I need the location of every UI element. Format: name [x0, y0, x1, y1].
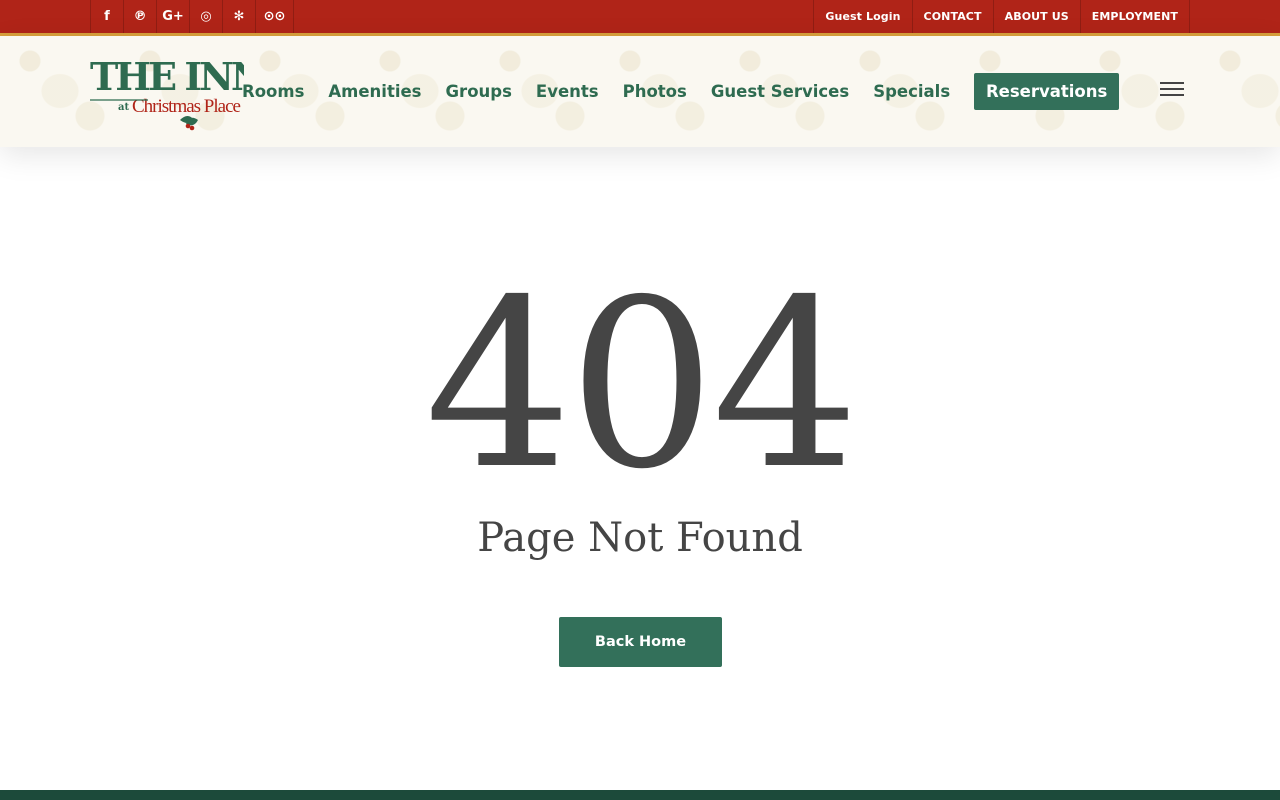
logo-line2: at — [118, 102, 129, 113]
reservations-button[interactable]: Reservations — [974, 72, 1120, 110]
back-home-button[interactable]: Back Home — [559, 617, 722, 667]
utility-nav: Guest Login CONTACT ABOUT US EMPLOYMENT — [813, 0, 1190, 33]
nav-amenities[interactable]: Amenities — [328, 82, 421, 101]
nav-events[interactable]: Events — [536, 82, 599, 101]
error-code: 404 — [424, 250, 860, 520]
contact-link[interactable]: CONTACT — [911, 0, 993, 33]
nav-specials[interactable]: Specials — [873, 82, 950, 101]
nav-rooms[interactable]: Rooms — [242, 82, 304, 101]
main-nav: Rooms Amenities Groups Events Photos Gue… — [242, 72, 1120, 110]
about-us-link[interactable]: ABOUT US — [992, 0, 1080, 33]
pinterest-icon[interactable]: ℗ — [123, 0, 156, 33]
nav-guest-services[interactable]: Guest Services — [711, 82, 849, 101]
employment-link[interactable]: EMPLOYMENT — [1079, 0, 1190, 33]
site-header: THE INN at Christmas Place Rooms Ameniti… — [0, 36, 1280, 147]
facebook-icon[interactable]: f — [90, 0, 123, 33]
footer — [0, 790, 1280, 800]
error-title: Page Not Found — [477, 515, 803, 561]
logo-line3: Christmas Place — [132, 96, 241, 117]
top-utility-bar: f ℗ G+ ◎ ✻ ⊙⊙ Guest Login CONTACT ABOUT … — [0, 0, 1280, 36]
holly-icon — [180, 116, 198, 131]
guest-login-link[interactable]: Guest Login — [813, 0, 911, 33]
nav-photos[interactable]: Photos — [623, 82, 687, 101]
logo-line1: THE INN — [90, 54, 244, 99]
social-links: f ℗ G+ ◎ ✻ ⊙⊙ — [90, 0, 294, 33]
site-logo[interactable]: THE INN at Christmas Place — [88, 46, 244, 132]
yelp-icon[interactable]: ✻ — [222, 0, 255, 33]
nav-groups[interactable]: Groups — [446, 82, 512, 101]
google-plus-icon[interactable]: G+ — [156, 0, 189, 33]
tripadvisor-icon[interactable]: ⊙⊙ — [255, 0, 294, 33]
instagram-icon[interactable]: ◎ — [189, 0, 222, 33]
menu-icon[interactable] — [1160, 82, 1184, 98]
